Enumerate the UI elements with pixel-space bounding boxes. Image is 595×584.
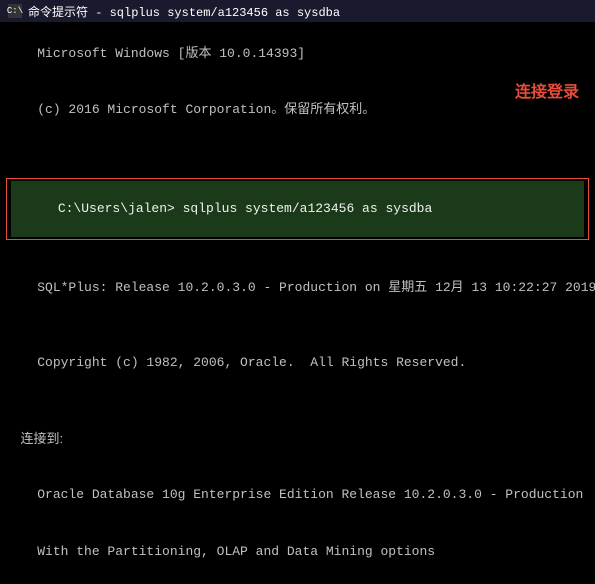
copyright2-line: Copyright (c) 1982, 2006, Oracle. All Ri… [6, 336, 589, 393]
win-version-line: Microsoft Windows [版本 10.0.14393] [6, 26, 589, 83]
oracle-opts-line: With the Partitioning, OLAP and Data Min… [6, 524, 589, 581]
prompt-block: C:\Users\jalen> sqlplus system/a123456 a… [6, 178, 589, 241]
cmd-icon: C:\ [8, 4, 22, 18]
blank [6, 580, 589, 584]
connect-label: 连接登录 [515, 81, 579, 104]
prompt-line: C:\Users\jalen> sqlplus system/a123456 a… [11, 181, 584, 238]
copyright-line: (c) 2016 Microsoft Corporation。保留所有权利。 连… [6, 83, 589, 158]
oracle-db-line: Oracle Database 10g Enterprise Edition R… [6, 467, 589, 524]
title-bar: C:\ 命令提示符 - sqlplus system/a123456 as sy… [0, 0, 595, 22]
blank [6, 317, 589, 336]
connected-to: 连接到: [6, 411, 589, 468]
title-text: 命令提示符 - sqlplus system/a123456 as sysdba [28, 3, 340, 20]
terminal: Microsoft Windows [版本 10.0.14393] (c) 20… [0, 22, 595, 584]
sqlplus-ver-line: SQL*Plus: Release 10.2.0.3.0 - Productio… [6, 260, 589, 317]
blank [6, 158, 589, 177]
blank [6, 392, 589, 411]
blank [6, 241, 589, 260]
